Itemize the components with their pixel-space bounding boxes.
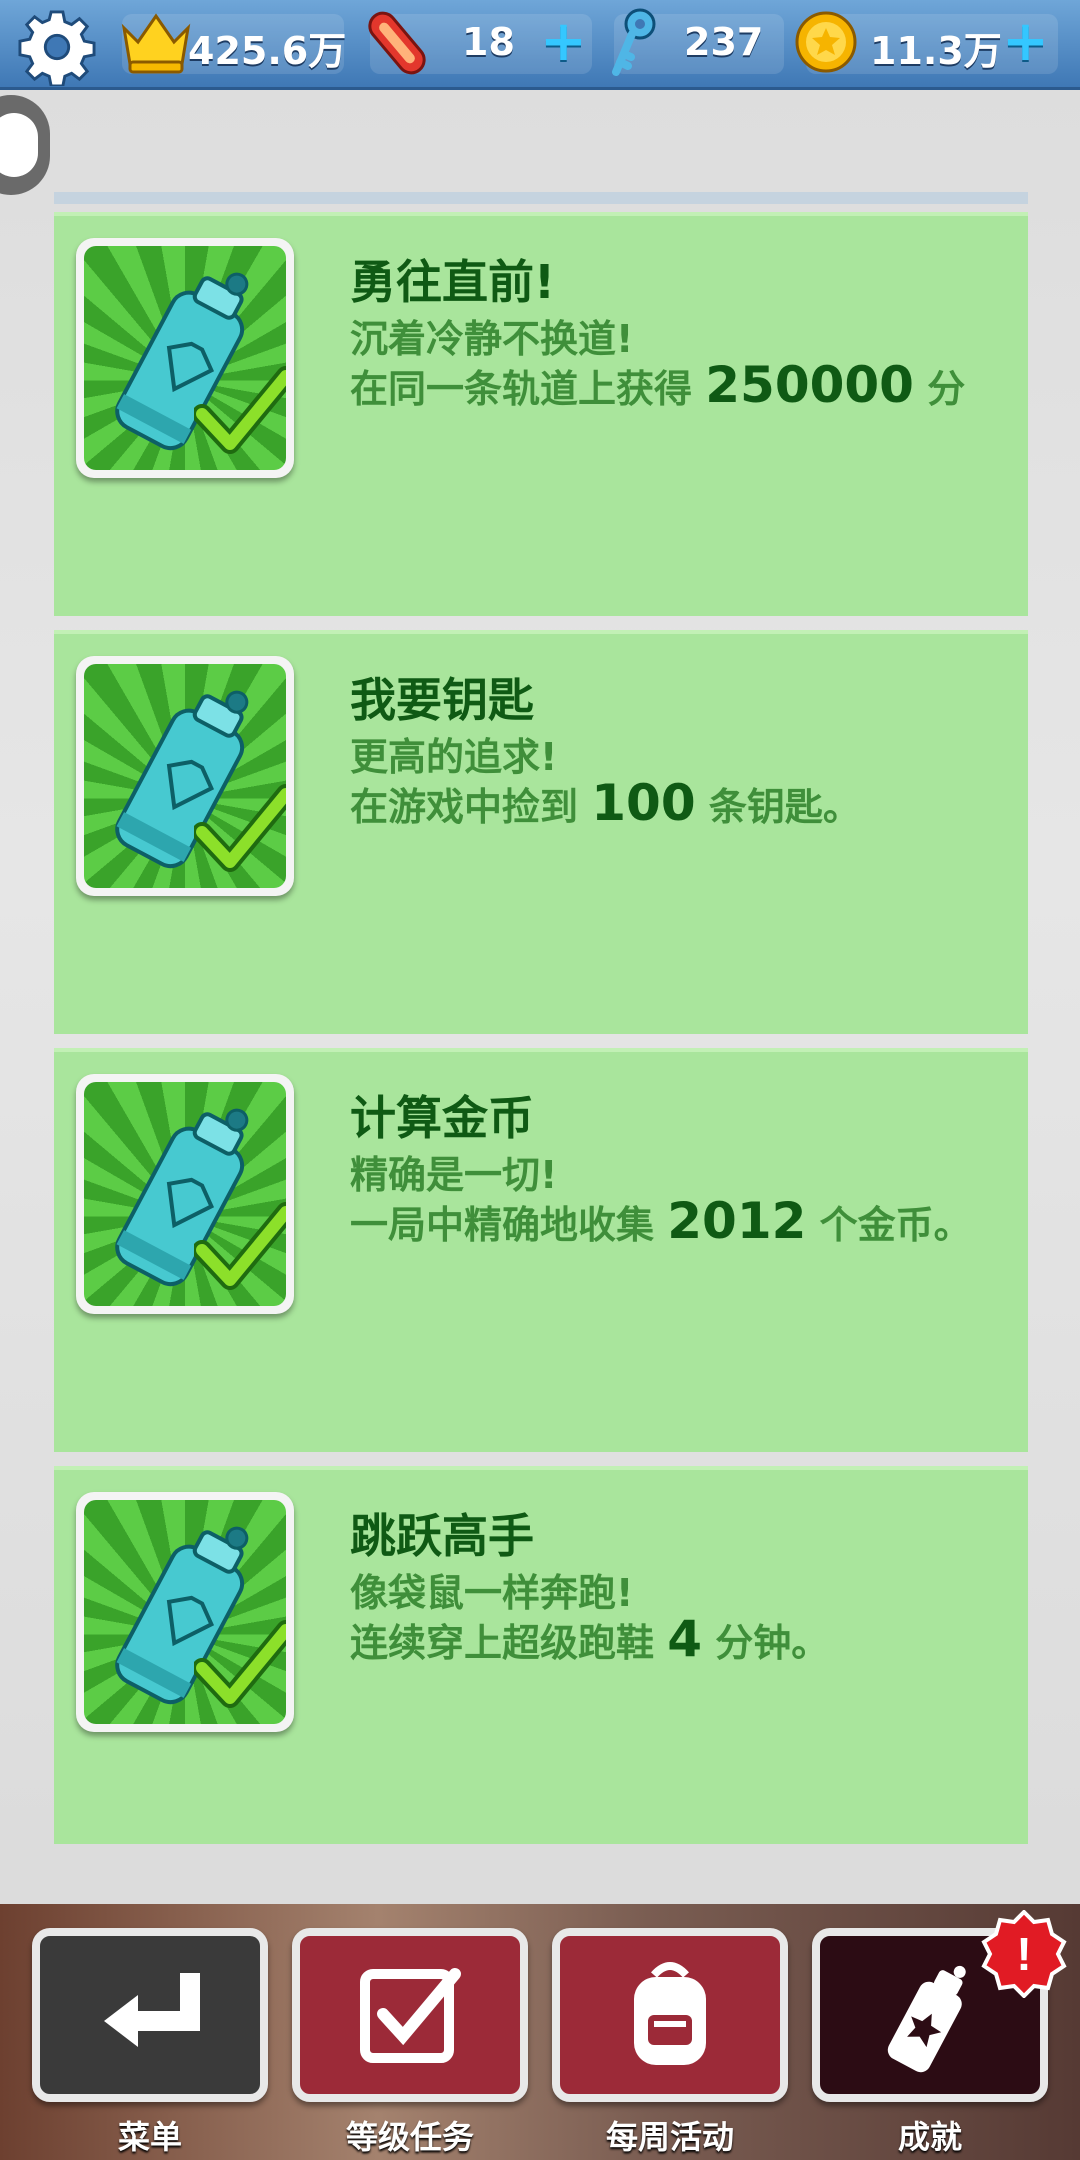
hoverboard-icon [368, 11, 426, 75]
achievement-goal: 在同一条轨道上获得 250000 分 [350, 360, 966, 412]
checkbox-icon [360, 1968, 461, 2063]
spray-can-icon [887, 1965, 966, 2073]
currency-bar: 425.6万 18 + 237 11.3万 + [0, 0, 1080, 90]
goal-text: 一局中精确地收集 [350, 1203, 668, 1247]
key-icon [612, 8, 656, 76]
check-mark-icon [194, 1620, 286, 1708]
goal-number: 250000 [705, 356, 914, 414]
achievement-title: 跳跃高手 [350, 1509, 534, 1563]
check-mark-icon [194, 1202, 286, 1290]
achievement-badge [76, 1074, 294, 1314]
goal-suffix: 条钥匙。 [695, 785, 861, 829]
achievement-description: 沉着冷静不换道! 在同一条轨道上获得 250000 分 [350, 316, 965, 412]
goal-suffix: 分钟。 [702, 1621, 830, 1665]
key-count: 237 [684, 20, 764, 64]
gear-icon[interactable] [18, 8, 96, 86]
backpack-icon [634, 1962, 706, 2065]
menu-button[interactable] [32, 1928, 268, 2102]
check-mark-icon [194, 366, 286, 454]
check-mark-icon [194, 784, 286, 872]
goal-suffix: 个金币。 [806, 1203, 972, 1247]
goal-text: 连续穿上超级跑鞋 [350, 1621, 668, 1665]
alert-badge-text: ! [1016, 1928, 1031, 1980]
coin-icon [795, 11, 857, 73]
goal-number: 100 [591, 774, 696, 832]
achievement-title: 计算金币 [350, 1091, 534, 1145]
goal-text: 在游戏中捡到 [350, 785, 592, 829]
bottom-nav: 菜单 等级任务 每周活动 成就 [0, 1904, 1080, 2160]
achievement-card: 跳跃高手 像袋鼠一样奔跑! 连续穿上超级跑鞋 4 分钟。 [54, 1466, 1028, 1844]
achievement-badge [76, 238, 294, 478]
alert-badge: ! [981, 1910, 1067, 1998]
weekly-events-button[interactable] [552, 1928, 788, 2102]
level-missions-button[interactable] [292, 1928, 528, 2102]
coin-value: 11.3万 [870, 29, 1002, 73]
achievement-card: 我要钥匙 更高的追求! 在游戏中捡到 100 条钥匙。 [54, 630, 1028, 1034]
goal-text: 在同一条轨道上获得 [350, 367, 706, 411]
achievement-description: 更高的追求! 在游戏中捡到 100 条钥匙。 [350, 734, 861, 830]
goal-suffix: 分 [913, 367, 966, 411]
goal-number: 4 [667, 1610, 703, 1668]
score-value: 425.6万 [188, 29, 347, 73]
achievement-badge [76, 1492, 294, 1732]
achievement-goal: 在游戏中捡到 100 条钥匙。 [350, 778, 861, 830]
achievement-title: 勇往直前! [350, 255, 555, 309]
add-hoverboard-button[interactable]: + [540, 14, 587, 70]
achievement-description: 精确是一切! 一局中精确地收集 2012 个金币。 [350, 1152, 972, 1248]
add-coin-button[interactable]: + [1002, 14, 1049, 70]
achievement-tagline: 精确是一切! [350, 1153, 558, 1197]
nav-label-menu: 菜单 [117, 2118, 182, 2156]
hoverboard-count: 18 [462, 20, 515, 64]
achievement-goal: 连续穿上超级跑鞋 4 分钟。 [350, 1614, 830, 1666]
achievement-tagline: 像袋鼠一样奔跑! [350, 1571, 634, 1615]
list-header-strip [54, 192, 1028, 204]
nav-label-achievements: 成就 [897, 2118, 962, 2156]
achievement-goal: 一局中精确地收集 2012 个金币。 [350, 1196, 972, 1248]
achievement-description: 像袋鼠一样奔跑! 连续穿上超级跑鞋 4 分钟。 [350, 1570, 829, 1666]
side-handle[interactable] [0, 95, 50, 195]
nav-label-missions: 等级任务 [345, 2118, 474, 2156]
crown-icon [121, 13, 191, 74]
achievement-title: 我要钥匙 [350, 673, 534, 727]
nav-label-weekly: 每周活动 [605, 2118, 734, 2156]
goal-number: 2012 [667, 1192, 807, 1250]
return-arrow-icon [104, 1973, 200, 2047]
achievement-card: 勇往直前! 沉着冷静不换道! 在同一条轨道上获得 250000 分 [54, 212, 1028, 616]
achievement-badge [76, 656, 294, 896]
achievement-card: 计算金币 精确是一切! 一局中精确地收集 2012 个金币。 [54, 1048, 1028, 1452]
